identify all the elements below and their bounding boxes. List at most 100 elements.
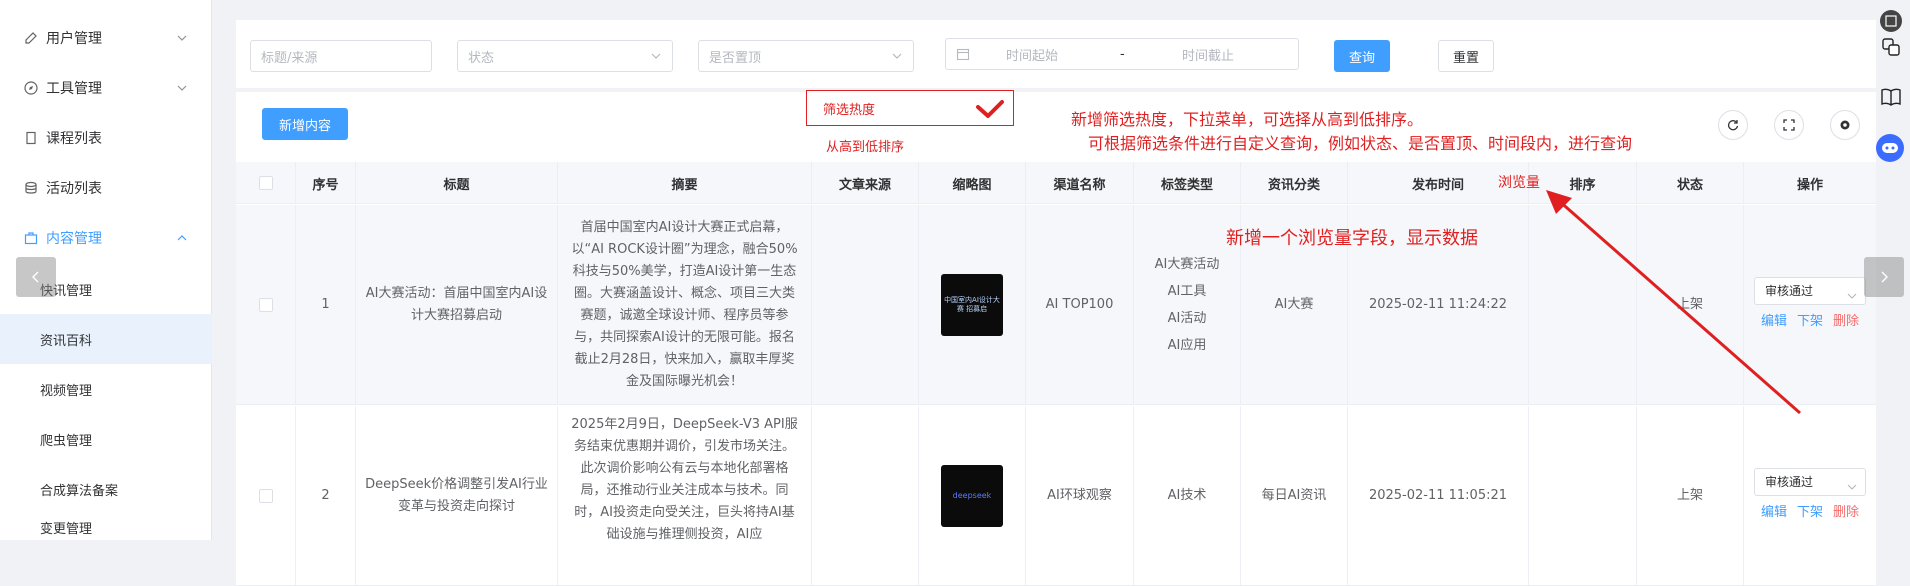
edit-link[interactable]: 编辑 [1761, 502, 1787, 524]
header-thumbnail: 缩略图 [919, 162, 1026, 204]
edit-icon [24, 31, 38, 45]
assistant-icon[interactable] [1876, 134, 1904, 162]
time-separator: - [1120, 46, 1125, 62]
cell-status: 上架 [1637, 406, 1744, 585]
cell-tags: AI技术 [1134, 406, 1241, 585]
check-icon [975, 99, 1005, 123]
thumbnail-image[interactable]: 中国室内AI设计大赛 招募启 [941, 273, 1003, 336]
menu-label: 活动列表 [46, 181, 102, 197]
fullscreen-button[interactable] [1774, 110, 1804, 140]
time-end-placeholder: 时间截止 [1182, 48, 1235, 64]
table-row: 2 DeepSeek价格调整引发AI行业变革与投资走向探讨 2025年2月9日，… [236, 406, 1876, 586]
book-icon [24, 131, 38, 145]
row-checkbox-cell [236, 406, 296, 585]
row-checkbox[interactable] [258, 488, 273, 503]
cell-thumbnail: 中国室内AI设计大赛 招募启 [919, 205, 1026, 404]
settings-button[interactable] [1830, 110, 1860, 140]
header-summary: 摘要 [558, 162, 812, 204]
header-index: 序号 [296, 162, 356, 204]
sub-item-change-management[interactable]: 变更管理 [0, 518, 212, 540]
screenshot-tool-icon[interactable] [1880, 10, 1902, 32]
delete-link[interactable]: 删除 [1833, 502, 1859, 524]
cell-title: DeepSeek价格调整引发AI行业变革与投资走向探讨 [356, 406, 558, 585]
title-source-input[interactable]: 标题/来源 [250, 40, 432, 72]
sub-item-video[interactable]: 视频管理 [0, 364, 212, 414]
thumbnail-image[interactable]: deepseek [941, 464, 1003, 527]
chevron-down-icon [176, 82, 188, 94]
reset-button[interactable]: 重置 [1438, 40, 1494, 72]
header-source: 文章来源 [812, 162, 919, 204]
chevron-down-icon [1847, 477, 1857, 490]
compass-icon [24, 81, 38, 95]
row-checkbox[interactable] [258, 297, 273, 312]
select-placeholder: 是否置顶 [709, 50, 762, 66]
cell-index: 1 [296, 205, 356, 404]
status-select[interactable]: 状态 [457, 40, 673, 72]
header-checkbox-cell [236, 162, 296, 204]
annotation-arrow [1546, 190, 1801, 415]
cell-tags: AI大赛活动 AI工具 AI活动 AI应用 [1134, 205, 1241, 404]
refresh-button[interactable] [1718, 110, 1748, 140]
chevron-down-icon [650, 50, 662, 62]
time-start-placeholder: 时间起始 [1006, 48, 1059, 64]
input-placeholder: 标题/来源 [261, 50, 318, 66]
sort-hint-annotation: 从高到低排序 [826, 140, 905, 155]
menu-activity-list[interactable]: 活动列表 [0, 163, 212, 213]
select-all-checkbox[interactable] [258, 176, 273, 190]
tag-item: AI技术 [1167, 488, 1207, 503]
tag-item: AI大赛活动 [1154, 256, 1220, 272]
cell-channel: AI TOP100 [1026, 205, 1134, 404]
chevron-down-icon [891, 50, 903, 62]
briefcase-icon [24, 231, 38, 245]
tag-item: AI应用 [1167, 337, 1207, 353]
cell-channel: AI环球观察 [1026, 406, 1134, 585]
prev-arrow-button[interactable] [16, 257, 56, 297]
date-range-picker[interactable]: 时间起始 - 时间截止 [945, 38, 1299, 70]
menu-user-management[interactable]: 用户管理 [0, 13, 212, 63]
heat-filter-annotation[interactable]: 筛选热度 [806, 90, 1014, 126]
chevron-right-icon [1881, 271, 1888, 283]
note-line-1: 新增筛选热度，下拉菜单，可选择从高到低排序。 [1071, 110, 1424, 129]
calendar-icon [956, 47, 970, 61]
fullscreen-icon [1783, 119, 1795, 131]
header-title: 标题 [356, 162, 558, 204]
tag-item: AI工具 [1167, 283, 1207, 299]
chevron-up-icon [176, 232, 188, 244]
top-select[interactable]: 是否置顶 [698, 40, 914, 72]
review-status-select[interactable]: 审核通过 [1754, 467, 1866, 496]
sub-item-encyclopedia[interactable]: 资讯百科 [0, 314, 212, 364]
next-arrow-button[interactable] [1864, 257, 1904, 297]
select-placeholder: 状态 [468, 50, 495, 66]
cell-actions: 审核通过 编辑 下架 删除 [1744, 406, 1876, 585]
sub-item-algorithm-filing[interactable]: 合成算法备案 [0, 464, 212, 514]
sub-item-crawler[interactable]: 爬虫管理 [0, 414, 212, 464]
translate-icon[interactable] [1880, 36, 1902, 58]
add-content-button[interactable]: 新增内容 [262, 108, 348, 140]
menu-label: 内容管理 [46, 231, 102, 247]
cell-summary: 首届中国室内AI设计大赛正式启幕，以“AI ROCK设计圈”为理念，融合50%科… [558, 205, 812, 404]
menu-label: 工具管理 [46, 81, 102, 97]
cell-publish-time: 2025-02-11 11:05:21 [1348, 406, 1529, 585]
heat-filter-label: 筛选热度 [823, 102, 876, 118]
header-tag-type: 标签类型 [1134, 162, 1241, 204]
cell-sort [1529, 406, 1637, 585]
query-button[interactable]: 查询 [1334, 40, 1390, 72]
views-note-annotation: 新增一个浏览量字段，显示数据 [1226, 228, 1478, 249]
menu-tool-management[interactable]: 工具管理 [0, 63, 212, 113]
cell-thumbnail: deepseek [919, 406, 1026, 585]
header-category: 资讯分类 [1241, 162, 1348, 204]
menu-label: 用户管理 [46, 31, 102, 47]
cell-source [812, 406, 919, 585]
reader-book-icon[interactable] [1880, 86, 1902, 108]
chevron-down-icon [176, 32, 188, 44]
menu-label: 课程列表 [46, 131, 102, 147]
filter-bar: 标题/来源 状态 是否置顶 时间起始 - 时间截止 查询 重置 [236, 20, 1876, 88]
menu-content-management[interactable]: 内容管理 [0, 213, 212, 263]
take-down-link[interactable]: 下架 [1797, 502, 1823, 524]
menu-course-list[interactable]: 课程列表 [0, 113, 212, 163]
cell-title: AI大赛活动：首届中国室内AI设计大赛招募启动 [356, 205, 558, 404]
row-checkbox-cell [236, 205, 296, 404]
delete-link[interactable]: 删除 [1833, 311, 1859, 333]
review-status-value: 审核通过 [1765, 474, 1814, 489]
tag-item: AI活动 [1167, 310, 1207, 326]
